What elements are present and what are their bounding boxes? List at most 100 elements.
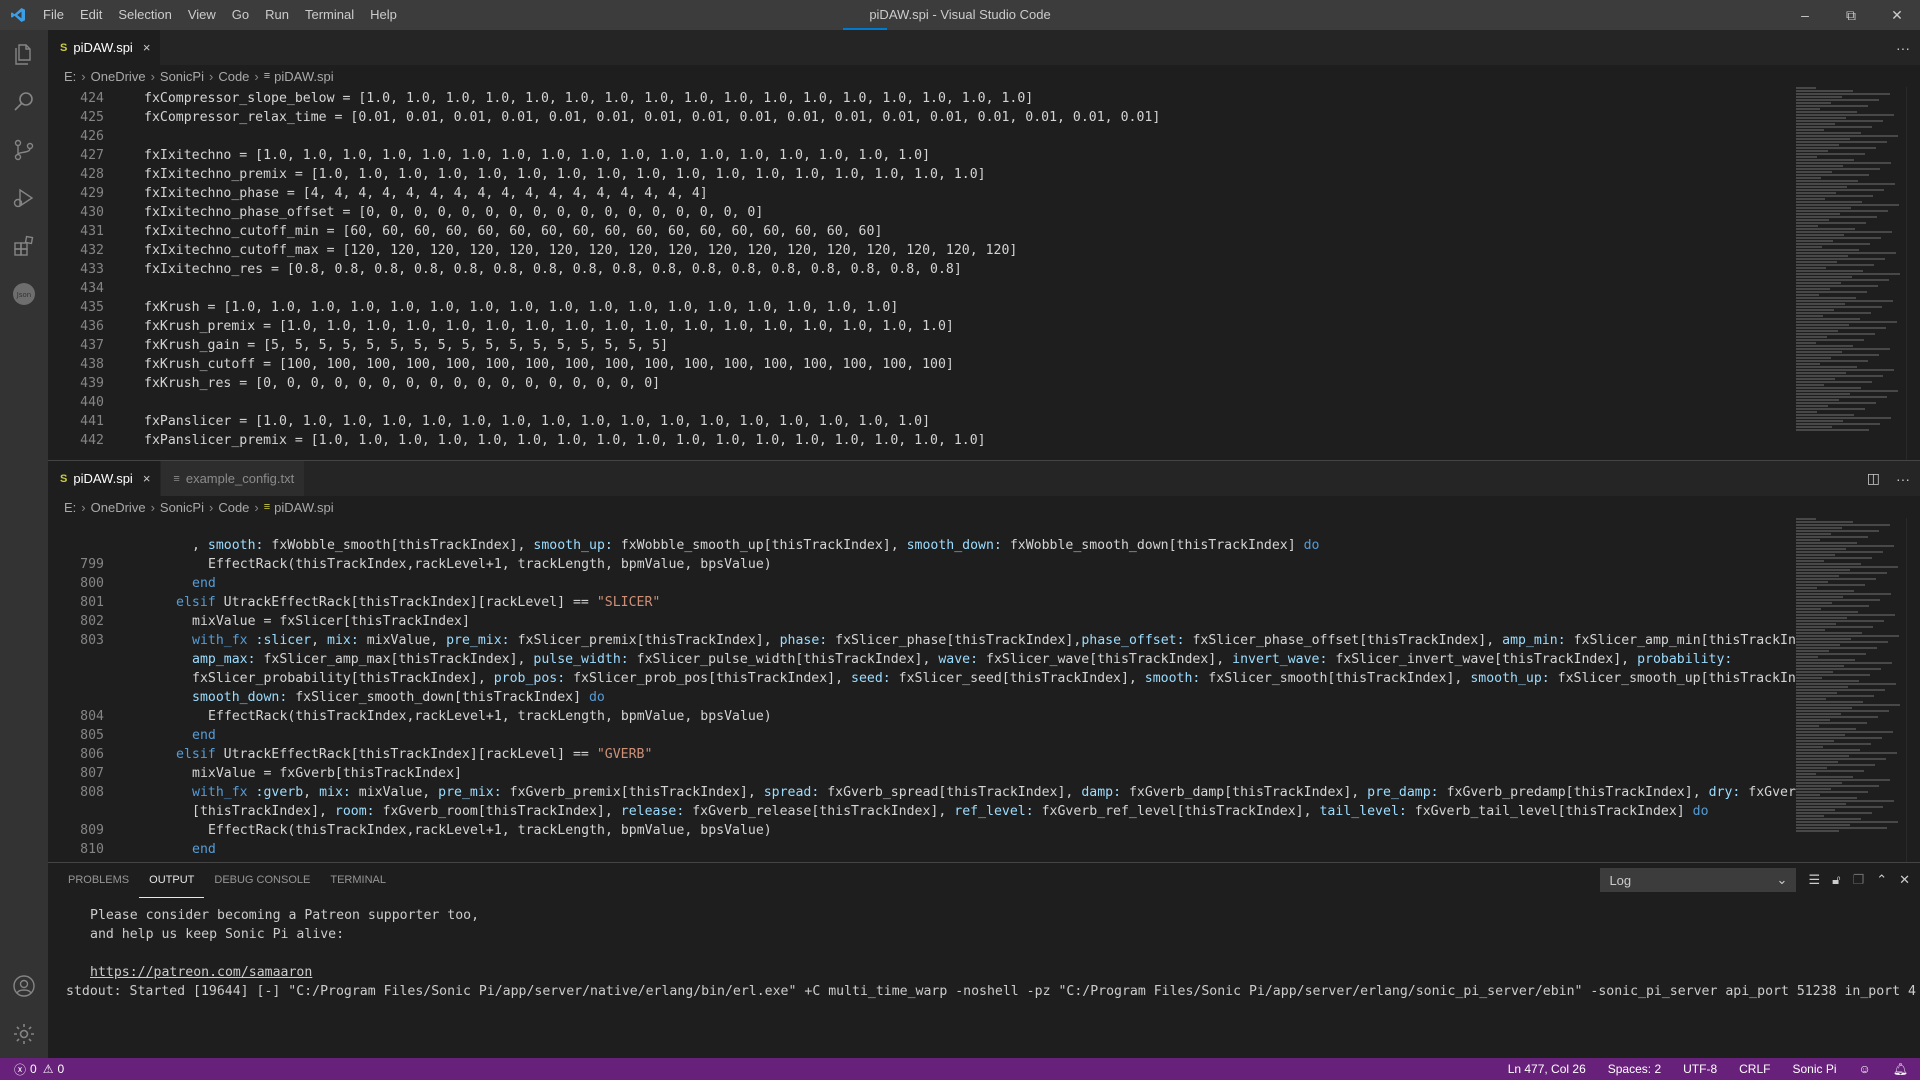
code-line[interactable]: 803 with_fx :slicer, mix: mixValue, pre_m… [48, 631, 1920, 650]
close-window-icon[interactable]: ✕ [1874, 0, 1920, 30]
code-line[interactable]: 438 fxKrush_cutoff = [100, 100, 100, 100,… [48, 355, 1920, 374]
breadcrumb-file[interactable]: piDAW.spi [274, 500, 333, 515]
close-icon[interactable]: × [143, 471, 151, 486]
code-line[interactable]: 809 EffectRack(thisTrackIndex,rackLevel+1… [48, 821, 1920, 840]
code-line[interactable]: 439 fxKrush_res = [0, 0, 0, 0, 0, 0, 0, 0… [48, 374, 1920, 393]
tab-terminal[interactable]: Terminal [320, 863, 396, 898]
end-of-line[interactable]: CRLF [1739, 1062, 1770, 1076]
more-actions-icon[interactable]: ··· [1896, 40, 1910, 56]
clear-output-icon[interactable]: ☰ [1808, 872, 1820, 888]
split-editor-icon[interactable]: ◫ [1867, 470, 1880, 487]
indentation[interactable]: Spaces: 2 [1608, 1062, 1661, 1076]
code-line[interactable]: 426 [48, 127, 1920, 146]
settings-gear-icon[interactable] [0, 1010, 48, 1058]
minimap-top[interactable] [1796, 87, 1906, 460]
code-line[interactable]: 424 fxCompressor_slope_below = [1.0, 1.0,… [48, 89, 1920, 108]
breadcrumb-drive[interactable]: E: [64, 500, 76, 515]
breadcrumb-sonicpi[interactable]: SonicPi [160, 500, 204, 515]
code-line[interactable]: 434 [48, 279, 1920, 298]
code-line[interactable]: 808 with_fx :gverb, mix: mixValue, pre_mi… [48, 783, 1920, 802]
patreon-link[interactable]: https://patreon.com/samaaron [90, 965, 312, 980]
code-line[interactable]: 442 fxPanslicer_premix = [1.0, 1.0, 1.0, … [48, 431, 1920, 450]
code-line[interactable]: 429 fxIxitechno_phase = [4, 4, 4, 4, 4, 4… [48, 184, 1920, 203]
menu-go[interactable]: Go [224, 0, 257, 30]
language-mode[interactable]: Sonic Pi [1792, 1062, 1836, 1076]
code-line[interactable]: 441 fxPanslicer = [1.0, 1.0, 1.0, 1.0, 1.… [48, 412, 1920, 431]
explorer-icon[interactable] [0, 30, 48, 78]
breadcrumb-code[interactable]: Code [218, 500, 249, 515]
tab-pidaw-bottom[interactable]: S piDAW.spi × [48, 461, 162, 496]
code-line[interactable]: 435 fxKrush = [1.0, 1.0, 1.0, 1.0, 1.0, 1… [48, 298, 1920, 317]
open-in-editor-icon[interactable]: ❐ [1853, 872, 1865, 888]
code-line[interactable]: 427 fxIxitechno = [1.0, 1.0, 1.0, 1.0, 1.… [48, 146, 1920, 165]
code-line[interactable]: 799 EffectRack(thisTrackIndex,rackLevel+1… [48, 555, 1920, 574]
more-actions-icon[interactable]: ··· [1896, 471, 1910, 487]
lock-scroll-icon[interactable]: 🔓︎ [1832, 872, 1840, 888]
menu-terminal[interactable]: Terminal [297, 0, 362, 30]
encoding[interactable]: UTF-8 [1683, 1062, 1717, 1076]
close-panel-icon[interactable]: ✕ [1899, 872, 1910, 888]
code-line[interactable]: 810 end [48, 840, 1920, 859]
tab-example-config[interactable]: ≡ example_config.txt [161, 461, 306, 496]
source-control-icon[interactable] [0, 126, 48, 174]
breadcrumb-onedrive[interactable]: OneDrive [91, 500, 146, 515]
code-line[interactable]: , smooth: fxWobble_smooth[thisTrackIndex… [48, 536, 1920, 555]
tab-pidaw-top[interactable]: S piDAW.spi × [48, 30, 162, 65]
breadcrumb-file[interactable]: piDAW.spi [274, 69, 333, 84]
code-line[interactable]: [thisTrackIndex], room: fxGverb_room[thi… [48, 802, 1920, 821]
status-problems[interactable]: ⓧ 0 ⚠ 0 [0, 1061, 64, 1078]
minimap-line [1796, 677, 1822, 679]
code-line[interactable]: 436 fxKrush_premix = [1.0, 1.0, 1.0, 1.0,… [48, 317, 1920, 336]
breadcrumb-sonicpi[interactable]: SonicPi [160, 69, 204, 84]
menu-edit[interactable]: Edit [72, 0, 110, 30]
breadcrumb-code[interactable]: Code [218, 69, 249, 84]
search-icon[interactable] [0, 78, 48, 126]
feedback-icon[interactable]: ☺ [1859, 1062, 1871, 1076]
scrollbar-top[interactable] [1906, 87, 1920, 460]
menu-file[interactable]: File [35, 0, 72, 30]
code-line[interactable]: smooth_down: fxSlicer_smooth_down[thisTr… [48, 688, 1920, 707]
menu-view[interactable]: View [180, 0, 224, 30]
code-line[interactable]: 804 EffectRack(thisTrackIndex,rackLevel+1… [48, 707, 1920, 726]
tab-debug-console[interactable]: Debug Console [204, 863, 320, 898]
code-line[interactable]: 800 end [48, 574, 1920, 593]
restore-icon[interactable]: ⧉ [1828, 0, 1874, 30]
menu-selection[interactable]: Selection [110, 0, 179, 30]
minimap-line [1796, 396, 1887, 398]
minimap-bottom[interactable] [1796, 518, 1906, 862]
breadcrumb-drive[interactable]: E: [64, 69, 76, 84]
code-line[interactable]: 431 fxIxitechno_cutoff_min = [60, 60, 60,… [48, 222, 1920, 241]
code-line[interactable]: 428 fxIxitechno_premix = [1.0, 1.0, 1.0, … [48, 165, 1920, 184]
code-editor-top[interactable]: 424 fxCompressor_slope_below = [1.0, 1.0,… [48, 87, 1920, 460]
menu-help[interactable]: Help [362, 0, 405, 30]
menu-run[interactable]: Run [257, 0, 297, 30]
code-line[interactable]: 425 fxCompressor_relax_time = [0.01, 0.01… [48, 108, 1920, 127]
json-icon[interactable]: Json [0, 270, 48, 318]
notifications-bell-icon[interactable]: 🔔︎ [1893, 1062, 1908, 1076]
code-line[interactable]: 805 end [48, 726, 1920, 745]
code-line[interactable]: 807 mixValue = fxGverb[thisTrackIndex] [48, 764, 1920, 783]
run-debug-icon[interactable] [0, 174, 48, 222]
code-line[interactable]: 432 fxIxitechno_cutoff_max = [120, 120, 1… [48, 241, 1920, 260]
code-line[interactable]: 801 elsif UtrackEffectRack[thisTrackIndex… [48, 593, 1920, 612]
code-line[interactable]: 440 [48, 393, 1920, 412]
tab-output[interactable]: Output [139, 863, 205, 898]
maximize-panel-icon[interactable]: ⌃ [1876, 872, 1887, 888]
tab-problems[interactable]: Problems [58, 863, 139, 898]
account-icon[interactable] [0, 962, 48, 1010]
code-line[interactable]: 430 fxIxitechno_phase_offset = [0, 0, 0, … [48, 203, 1920, 222]
code-editor-bottom[interactable]: , smooth: fxWobble_smooth[thisTrackIndex… [48, 518, 1920, 862]
extensions-icon[interactable] [0, 222, 48, 270]
close-icon[interactable]: × [143, 40, 151, 55]
minimize-icon[interactable]: – [1782, 0, 1828, 30]
code-line[interactable]: 433 fxIxitechno_res = [0.8, 0.8, 0.8, 0.8… [48, 260, 1920, 279]
code-line[interactable]: 437 fxKrush_gain = [5, 5, 5, 5, 5, 5, 5, … [48, 336, 1920, 355]
code-line[interactable]: 802 mixValue = fxSlicer[thisTrackIndex] [48, 612, 1920, 631]
cursor-position[interactable]: Ln 477, Col 26 [1508, 1062, 1586, 1076]
code-line[interactable]: fxSlicer_probability[thisTrackIndex], pr… [48, 669, 1920, 688]
code-line[interactable]: 806 elsif UtrackEffectRack[thisTrackIndex… [48, 745, 1920, 764]
scrollbar-bottom[interactable] [1906, 518, 1920, 862]
code-line[interactable]: amp_max: fxSlicer_amp_max[thisTrackIndex… [48, 650, 1920, 669]
breadcrumb-onedrive[interactable]: OneDrive [91, 69, 146, 84]
output-channel-select[interactable]: Log ⌄ [1600, 868, 1797, 892]
